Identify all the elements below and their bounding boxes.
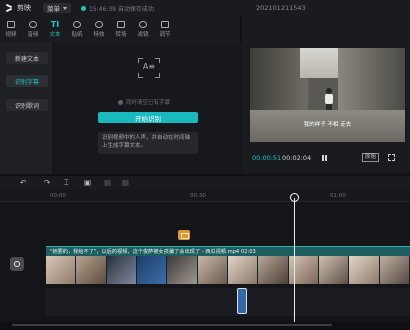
tab-label: 音频 [27,31,39,38]
tab-label: 滤镜 [137,31,149,38]
start-recognition-button[interactable]: 开始识别 [98,112,198,123]
mirror-icon[interactable]: ▦ [122,179,129,187]
freeze-icon[interactable]: ▦ [104,179,111,187]
radio-icon[interactable] [118,99,123,105]
tab-filter[interactable]: 滤镜 [132,16,154,42]
cover-marker-icon[interactable] [178,230,190,240]
autosave-text: 15:46:39 自动保存成功 [89,5,154,13]
ruler-tick: 00:00 [50,193,66,199]
transition-icon [117,20,125,28]
total-time: 00:02:04 [282,154,312,162]
chevron-down-icon [63,6,67,10]
pause-icon[interactable] [322,155,328,161]
caption-clip[interactable] [237,288,247,314]
sticker-icon [73,20,81,28]
tab-label: 转场 [115,31,127,38]
clear-option-label: 同时清空已有字幕 [126,100,171,106]
video-clip[interactable]: "她要的，我给不了"，以后的视频，这个俊萨被女孩骗了会出现了 - 西瓜视频.mp… [46,246,410,284]
project-name: 202101211543 [256,4,306,12]
text-sub-sidebar: 新建文本 识别字幕 识别歌词 [0,42,52,174]
person-figure [324,88,334,110]
media-tabs: 视频 音频 TI 文本 贴纸 特效 转场 滤镜 调节 [0,16,240,42]
ruler-tick: 01:00 [330,193,346,199]
menu-label: 菜单 [47,5,60,13]
video-subtitle: 我的样子 不相 走去 [303,122,352,128]
app-name: 剪映 [17,4,31,12]
tab-audio[interactable]: 音频 [22,16,44,42]
new-text-button[interactable]: 新建文本 [6,52,48,64]
timeline-toolbar: ↶ ↷ ⌶ ▣ ▦ ▦ [0,176,410,190]
tab-transition[interactable]: 转场 [110,16,132,42]
ratio-button[interactable]: 原始 [362,153,380,162]
audio-icon [29,20,37,28]
adjust-icon [161,20,169,28]
current-time: 00:00:51 [252,154,282,162]
recognize-captions-button[interactable]: 识别字幕 [6,75,48,87]
clear-existing-option[interactable]: 同时清空已有字幕 [118,98,170,106]
text-icon: TI [50,19,60,29]
tab-label: 视频 [5,31,17,38]
tab-label: 特效 [93,31,105,38]
eye-icon [14,261,20,267]
title-bar: 剪映 菜单 15:46:39 自动保存成功 202101211543 [0,0,410,16]
tab-video[interactable]: 视频 [0,16,22,42]
tab-label: 贴纸 [71,31,83,38]
split-icon[interactable]: ⌶ [64,179,69,187]
video-icon [7,20,15,28]
tab-sticker[interactable]: 贴纸 [66,16,88,42]
effects-icon [95,20,103,28]
playhead-handle[interactable] [290,193,299,202]
menu-button[interactable]: 菜单 [43,3,71,13]
time-ruler[interactable]: 00:00 00:30 01:00 [0,190,410,202]
tab-adjust[interactable]: 调节 [154,16,176,42]
saved-check-icon [81,5,86,11]
playhead-line[interactable] [294,198,295,330]
tab-label: 文本 [49,31,61,38]
delete-icon[interactable]: ▣ [84,179,91,187]
capcut-logo-icon [4,4,14,12]
tab-label: 调节 [159,31,171,38]
caption-recognition-icon: A≡ [138,58,160,78]
redo-icon[interactable]: ↷ [44,179,50,187]
recognition-tip: 识别视频中的人声，并自动在时间轴上生成字幕文本。 [98,132,198,154]
autosave-status: 15:46:39 自动保存成功 [81,4,154,13]
fullscreen-icon[interactable] [388,154,395,161]
track-visibility-button[interactable] [10,257,24,271]
player-controls: 00:00:51 00:02:04 原始 [242,152,410,164]
clip-label: "她要的，我给不了"，以后的视频，这个俊萨被女孩骗了会出现了 - 西瓜视频.mp… [50,249,256,255]
video-preview[interactable]: 我的样子 不相 走去 [250,48,405,142]
caption-track[interactable] [46,288,410,316]
undo-icon[interactable]: ↶ [20,179,26,187]
caption-panel: A≡ 同时清空已有字幕 开始识别 识别视频中的人声，并自动在时间轴上生成字幕文本… [52,42,242,174]
recognize-lyrics-button[interactable]: 识别歌词 [6,99,48,111]
horizontal-scrollbar[interactable] [12,324,332,326]
ruler-tick: 00:30 [190,193,206,199]
tab-effects[interactable]: 特效 [88,16,110,42]
clip-thumbnails [46,256,410,284]
tab-text[interactable]: TI 文本 [44,16,66,42]
filter-icon [139,20,147,28]
